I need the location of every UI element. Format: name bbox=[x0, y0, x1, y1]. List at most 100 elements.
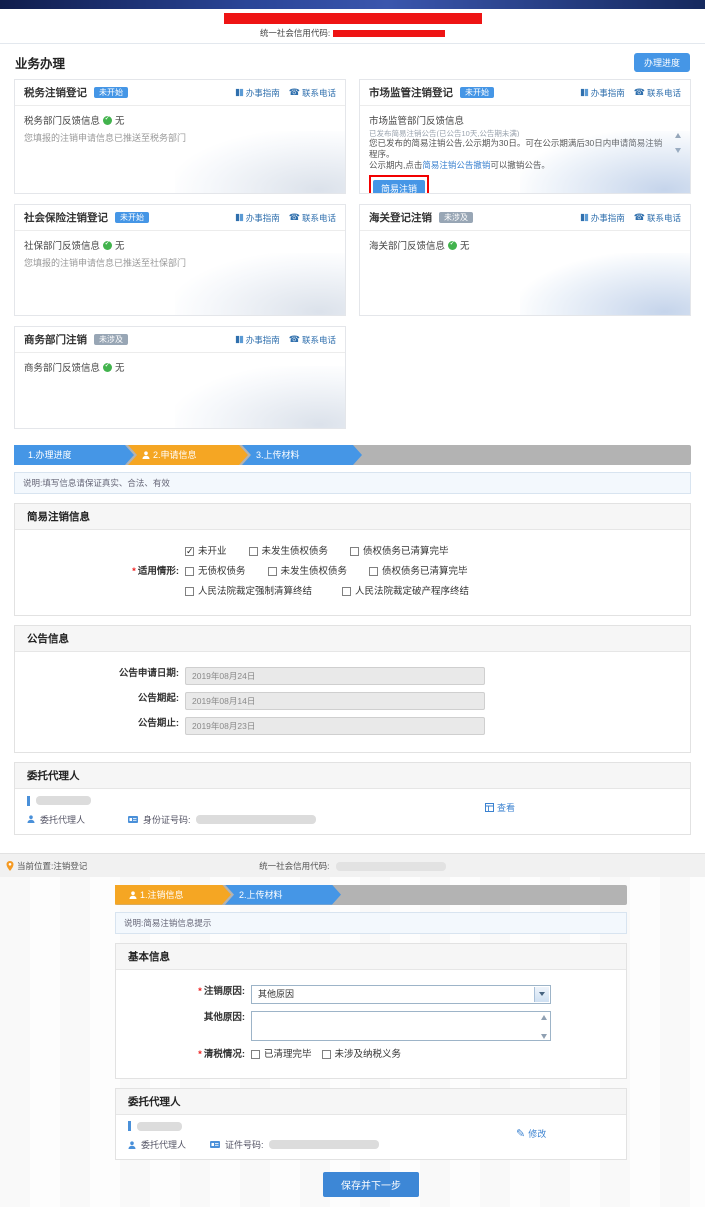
guide-link[interactable]: 办事指南 bbox=[580, 212, 625, 224]
guide-link[interactable]: 办事指南 bbox=[235, 87, 280, 99]
agent-role-label: 委托代理人 bbox=[40, 813, 85, 826]
credit-code-line: 统一社会信用代码: bbox=[0, 27, 705, 39]
checkbox[interactable] bbox=[350, 547, 359, 556]
card-title: 市场监管注销登记 bbox=[369, 85, 453, 100]
section-title: 简易注销信息 bbox=[15, 504, 690, 530]
agent-role-label: 委托代理人 bbox=[141, 1138, 186, 1151]
section-announcement: 公告信息 公告申请日期: 2019年08月24日 公告期起: 2019年08月1… bbox=[14, 625, 691, 753]
guide-link[interactable]: 办事指南 bbox=[235, 212, 280, 224]
wizard-steps: 1.注销信息 2.上传材料 bbox=[115, 885, 627, 905]
section-title: 委托代理人 bbox=[15, 763, 690, 789]
redacted-agent-id bbox=[196, 815, 316, 824]
card-market: 市场监管注销登记 未开始 办事指南 联系电话 市场监管部门反馈信息 已发布简易注… bbox=[359, 79, 691, 194]
section-title: 委托代理人 bbox=[116, 1089, 626, 1115]
phone-link[interactable]: 联系电话 bbox=[289, 334, 336, 346]
scrollbar[interactable] bbox=[541, 1015, 547, 1039]
scroll-down-icon[interactable] bbox=[675, 148, 681, 153]
checkbox[interactable] bbox=[322, 1050, 331, 1059]
scroll-up-icon[interactable] bbox=[541, 1015, 547, 1020]
agent-id-label: 证件号码: bbox=[225, 1138, 264, 1151]
card-note: 您填报的注销申请信息已推送至税务部门 bbox=[24, 131, 336, 144]
scrollbar[interactable] bbox=[675, 133, 681, 153]
page-title: 业务办理 bbox=[15, 53, 65, 72]
checkbox[interactable] bbox=[369, 567, 378, 576]
edit-link[interactable]: 修改 bbox=[516, 1127, 546, 1140]
announcement-scroll-area: 已发布简易注销公告(已公告10天,公告期未满) 您已发布的简易注销公告,公示期为… bbox=[369, 129, 681, 171]
save-next-button[interactable]: 保存并下一步 bbox=[323, 1172, 419, 1197]
status-badge: 未涉及 bbox=[94, 334, 128, 345]
phone-link[interactable]: 联系电话 bbox=[289, 87, 336, 99]
check-circle-icon bbox=[103, 241, 112, 250]
checkbox-checked[interactable] bbox=[185, 547, 194, 556]
field-label: 公告期止: bbox=[15, 717, 185, 730]
progress-button[interactable]: 办理进度 bbox=[634, 53, 690, 72]
step-upload[interactable]: 2.上传材料 bbox=[225, 885, 341, 905]
checkbox[interactable] bbox=[185, 587, 194, 596]
option-no-debt-occurred[interactable]: 未发生债权债务 bbox=[249, 545, 329, 558]
guide-link[interactable]: 办事指南 bbox=[580, 87, 625, 99]
feedback-line: 社保部门反馈信息无 bbox=[24, 238, 336, 252]
redacted-agent-name bbox=[137, 1122, 182, 1131]
checkbox[interactable] bbox=[251, 1050, 260, 1059]
phone-icon bbox=[634, 212, 645, 223]
scroll-up-icon[interactable] bbox=[675, 133, 681, 138]
field-label: 公告期起: bbox=[15, 692, 185, 705]
id-card-icon bbox=[210, 1141, 220, 1148]
book-icon bbox=[580, 213, 589, 222]
option-court-liquidation[interactable]: 人民法院裁定强制清算终结 bbox=[185, 585, 312, 598]
phone-icon bbox=[289, 87, 300, 98]
feedback-line: 税务部门反馈信息无 bbox=[24, 113, 336, 127]
checkbox[interactable] bbox=[185, 567, 194, 576]
redacted-credit-code bbox=[336, 862, 446, 871]
phone-link[interactable]: 联系电话 bbox=[634, 87, 681, 99]
guide-link[interactable]: 办事指南 bbox=[235, 334, 280, 346]
announce-start-date-field: 2019年08月14日 bbox=[185, 692, 485, 710]
agent-id-label: 身份证号码: bbox=[143, 813, 191, 826]
section-basic-info: 基本信息 注销原因: 其他原因 其他原因: bbox=[115, 943, 627, 1079]
other-reason-textarea[interactable] bbox=[251, 1011, 551, 1041]
option-debt-settled[interactable]: 债权债务已清算完毕 bbox=[350, 545, 449, 558]
section-agent: 委托代理人 委托代理人 证件号码: 修改 bbox=[115, 1088, 627, 1161]
option-tax-cleared[interactable]: 已清理完毕 bbox=[251, 1048, 312, 1061]
field-label: 适用情形: bbox=[15, 565, 185, 578]
location-pin-icon bbox=[6, 861, 14, 871]
option-no-debt-occurred-2[interactable]: 未发生债权债务 bbox=[268, 565, 348, 578]
credit-code-label: 统一社会信用代码: bbox=[260, 28, 330, 38]
redacted-agent-id bbox=[269, 1140, 379, 1149]
checkbox[interactable] bbox=[342, 587, 351, 596]
annotation-box: 简易注销 bbox=[369, 175, 429, 194]
accent-bar bbox=[128, 1121, 131, 1131]
redacted-agent-name bbox=[36, 796, 91, 805]
phone-icon bbox=[289, 334, 300, 345]
option-court-bankruptcy[interactable]: 人民法院裁定破产程序终结 bbox=[342, 585, 469, 598]
option-no-tax-obligation[interactable]: 未涉及纳税义务 bbox=[322, 1048, 402, 1061]
redaction-credit-code bbox=[333, 30, 445, 37]
status-badge: 未涉及 bbox=[439, 212, 473, 223]
deregister-reason-select[interactable]: 其他原因 bbox=[251, 985, 551, 1004]
step-upload[interactable]: 3.上传材料 bbox=[242, 445, 362, 465]
application-panel: 1.办理进度 2.申请信息 3.上传材料 说明:填写信息请保证真实、合法、有效 … bbox=[0, 445, 705, 835]
phone-icon bbox=[289, 212, 300, 223]
scroll-down-icon[interactable] bbox=[541, 1034, 547, 1039]
deregistration-panel: 当前位置:注销登记 统一社会信用代码: 1.注销信息 2.上传材料 说明:简易注… bbox=[0, 853, 705, 1207]
simple-deregister-button[interactable]: 简易注销 bbox=[373, 180, 425, 195]
checkbox[interactable] bbox=[268, 567, 277, 576]
phone-link[interactable]: 联系电话 bbox=[289, 212, 336, 224]
option-no-debt[interactable]: 无债权债务 bbox=[185, 565, 246, 578]
step-apply-info[interactable]: 2.申请信息 bbox=[128, 445, 248, 465]
phone-link[interactable]: 联系电话 bbox=[634, 212, 681, 224]
chevron-down-icon[interactable] bbox=[534, 987, 549, 1002]
accent-bar bbox=[27, 796, 30, 806]
phone-icon bbox=[634, 87, 645, 98]
person-icon bbox=[27, 815, 35, 823]
step-progress[interactable]: 1.办理进度 bbox=[14, 445, 134, 465]
checkbox[interactable] bbox=[249, 547, 258, 556]
card-customs: 海关登记注销 未涉及 办事指南 联系电话 海关部门反馈信息无 bbox=[359, 204, 691, 316]
view-link[interactable]: 查看 bbox=[485, 801, 515, 814]
revoke-announcement-link[interactable]: 简易注销公告撤销 bbox=[422, 160, 490, 170]
credit-code-label: 统一社会信用代码: bbox=[259, 861, 329, 871]
option-not-opened[interactable]: 未开业 bbox=[185, 545, 227, 558]
step-deregister-info[interactable]: 1.注销信息 bbox=[115, 885, 231, 905]
field-label: 注销原因: bbox=[116, 985, 251, 998]
option-debt-settled-2[interactable]: 债权债务已清算完毕 bbox=[369, 565, 468, 578]
